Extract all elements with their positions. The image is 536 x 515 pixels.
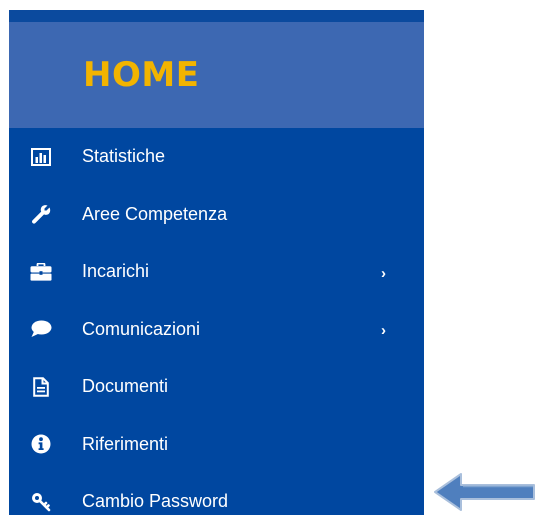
chevron-right-icon: › [381,264,386,282]
sidebar-item-statistiche[interactable]: Statistiche [9,128,424,186]
sidebar-item-label: Riferimenti [82,433,169,454]
briefcase-icon [29,262,53,282]
sidebar-item-comunicazioni[interactable]: Comunicazioni › [9,301,424,359]
chevron-right-icon: › [381,322,386,340]
sidebar-item-documenti[interactable]: Documenti [9,358,424,416]
bar-chart-icon [29,147,53,167]
sidebar-item-cambio-password[interactable]: Cambio Password [9,473,424,515]
home-title-link[interactable]: HOME [83,55,199,95]
left-arrow-icon [434,473,535,511]
sidebar-menu: Statistiche Aree Competenza Incarichi › [9,128,424,515]
wrench-icon [29,204,53,224]
info-icon [29,434,53,454]
home-header: HOME [9,22,424,128]
key-icon [29,492,53,512]
speech-bubble-icon [29,319,53,339]
sidebar-item-aree-competenza[interactable]: Aree Competenza [9,186,424,244]
sidebar-item-label: Documenti [82,376,169,397]
sidebar-item-label: Cambio Password [82,491,229,512]
sidebar-item-label: Incarichi [82,261,150,282]
sidebar-item-label: Aree Competenza [82,203,228,224]
sidebar: HOME Statistiche Aree Competenza Incaric… [9,10,424,515]
sidebar-item-label: Comunicazioni [82,318,201,339]
sidebar-item-incarichi[interactable]: Incarichi › [9,243,424,301]
document-icon [29,376,53,397]
sidebar-item-riferimenti[interactable]: Riferimenti [9,416,424,474]
sidebar-top-border [9,10,424,22]
sidebar-item-label: Statistiche [82,146,166,167]
